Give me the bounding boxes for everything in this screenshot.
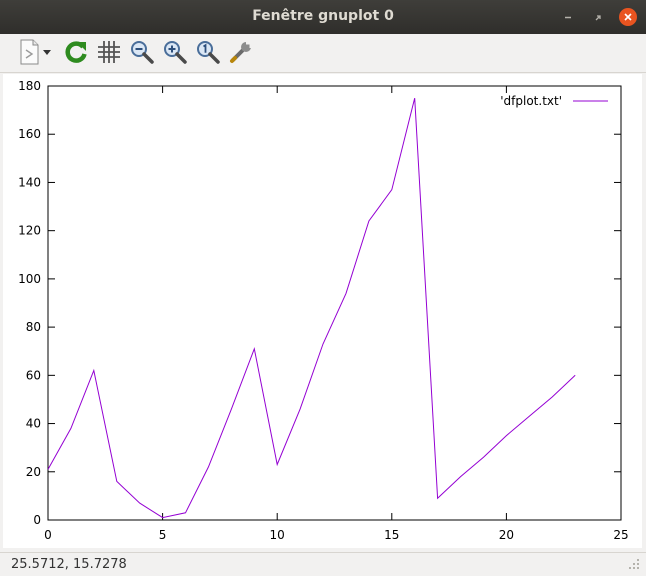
y-tick-label: 100 <box>18 272 41 286</box>
data-point <box>276 464 278 466</box>
data-point <box>414 97 416 99</box>
maximize-button[interactable] <box>589 8 607 26</box>
grid-button[interactable] <box>94 37 124 67</box>
y-tick-label: 160 <box>18 127 41 141</box>
mouse-coordinates: 25.5712, 15.7278 <box>11 557 127 572</box>
minimize-button[interactable] <box>559 8 577 26</box>
data-point <box>139 502 141 504</box>
data-point <box>551 396 553 398</box>
replot-button[interactable] <box>61 37 91 67</box>
x-tick-label: 0 <box>44 528 52 542</box>
line-chart[interactable]: 0 20 40 60 80 100 120 140 160 180 0 5 10 15 20 25 'dfplo… <box>3 74 642 548</box>
data-point <box>460 476 462 478</box>
zoom-out-button[interactable] <box>127 37 157 67</box>
zoom-reset-icon <box>197 41 220 64</box>
data-point <box>483 457 485 459</box>
y-tick-label: 180 <box>18 79 41 93</box>
close-button[interactable] <box>619 8 637 26</box>
series-line <box>47 97 576 519</box>
x-tick-label: 10 <box>270 528 285 542</box>
y-tick-label: 80 <box>26 320 41 334</box>
y-tick-label: 140 <box>18 175 41 189</box>
legend-label: 'dfplot.txt' <box>500 94 562 108</box>
maximize-icon <box>595 15 601 21</box>
window-title: Fenêtre gnuplot 0 <box>252 8 394 24</box>
data-point <box>437 498 439 500</box>
data-point <box>529 416 531 418</box>
grid-icon <box>98 41 120 63</box>
x-tick-label: 25 <box>613 528 628 542</box>
config-button[interactable] <box>226 37 256 67</box>
close-icon <box>624 13 632 21</box>
y-tick-label: 40 <box>26 417 41 431</box>
data-point <box>322 343 324 345</box>
export-menu-button[interactable] <box>40 37 54 67</box>
data-point <box>253 348 255 350</box>
data-point <box>391 189 393 191</box>
gnuplot-window: Fenêtre gnuplot 0 0 20 40 60 80 100 120 … <box>0 0 646 576</box>
y-tick-label: 0 <box>33 513 41 527</box>
plot-border <box>47 85 622 521</box>
y-tick-label: 60 <box>26 368 41 382</box>
x-tick-label: 5 <box>159 528 167 542</box>
resize-grip-icon[interactable] <box>628 558 640 570</box>
x-tick-label: 20 <box>499 528 514 542</box>
data-point <box>116 481 118 483</box>
data-point <box>299 408 301 410</box>
zoom-out-icon <box>131 41 154 64</box>
data-point <box>345 293 347 295</box>
zoom-reset-button[interactable] <box>193 37 223 67</box>
export-icon <box>20 39 39 65</box>
data-point <box>162 517 164 519</box>
data-point <box>208 466 210 468</box>
data-point <box>368 220 370 222</box>
y-tick-label: 120 <box>18 224 41 238</box>
data-point <box>93 370 95 372</box>
y-tick-label: 20 <box>26 465 41 479</box>
data-point <box>574 375 576 377</box>
data-point <box>70 428 72 430</box>
data-point <box>231 408 233 410</box>
zoom-in-button[interactable] <box>160 37 190 67</box>
replot-icon <box>65 41 87 63</box>
data-point <box>47 469 49 471</box>
dropdown-arrow-icon <box>43 50 51 55</box>
minimize-icon <box>565 16 571 19</box>
data-point <box>185 512 187 514</box>
data-point <box>506 435 508 437</box>
zoom-in-icon <box>164 41 187 64</box>
x-tick-label: 15 <box>384 528 399 542</box>
status-bar: 25.5712, 15.7278 <box>0 552 646 576</box>
config-icon <box>230 41 253 63</box>
title-bar[interactable]: Fenêtre gnuplot 0 <box>0 0 646 34</box>
plot-area[interactable]: 0 20 40 60 80 100 120 140 160 180 0 5 10 15 20 25 'dfplo… <box>3 74 642 548</box>
toolbar <box>0 34 646 73</box>
